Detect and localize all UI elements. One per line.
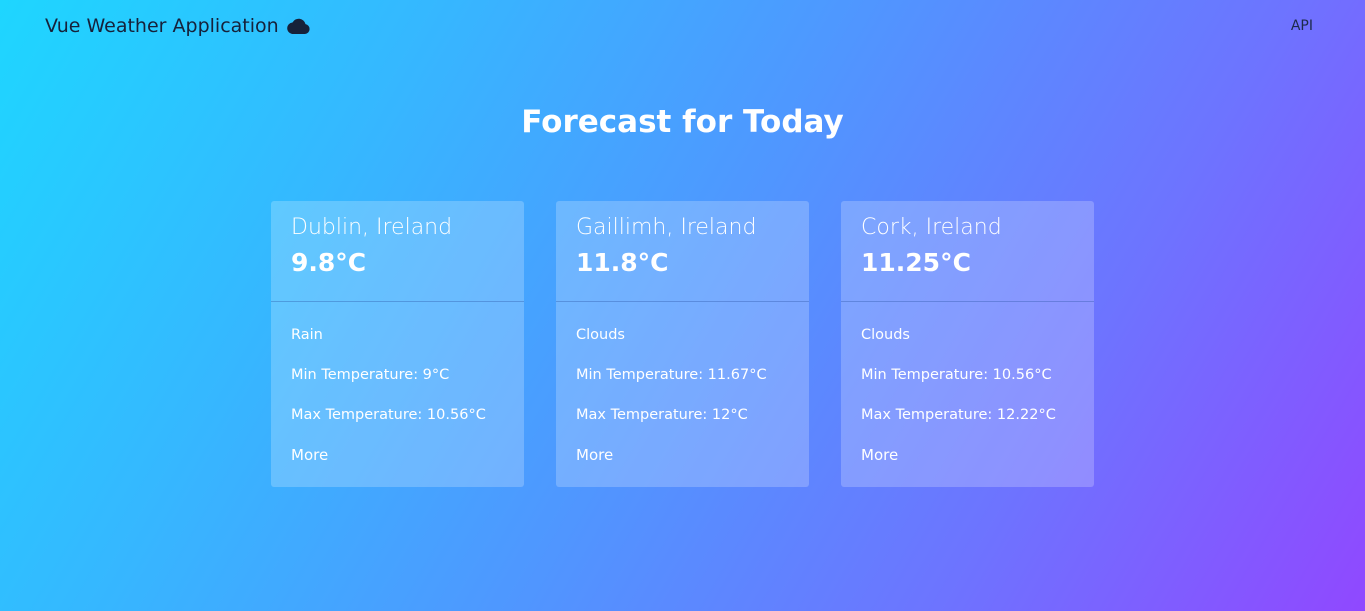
forecast-card: Dublin, Ireland 9.8°C Rain Min Temperatu… [271, 201, 524, 487]
min-temperature: Min Temperature: 9°C [291, 367, 450, 383]
min-temperature: Min Temperature: 10.56°C [861, 367, 1052, 383]
card-body: Rain Min Temperature: 9°C Max Temperatur… [271, 302, 524, 464]
city-name: Gaillimh, Ireland [576, 215, 757, 240]
cloud-icon [286, 18, 310, 35]
forecast-card: Gaillimh, Ireland 11.8°C Clouds Min Temp… [556, 201, 809, 487]
weather-condition: Clouds [576, 327, 625, 343]
more-link[interactable]: More [576, 446, 613, 464]
max-temperature: Max Temperature: 10.56°C [291, 407, 486, 423]
forecast-card: Cork, Ireland 11.25°C Clouds Min Tempera… [841, 201, 1094, 487]
card-header: Cork, Ireland 11.25°C [841, 201, 1094, 302]
current-temperature: 11.25°C [861, 248, 971, 277]
brand-title: Vue Weather Application [45, 15, 279, 37]
api-link[interactable]: API [1291, 18, 1313, 34]
page-title: Forecast for Today [521, 104, 844, 140]
more-link[interactable]: More [861, 446, 898, 464]
brand-link[interactable]: Vue Weather Application [45, 15, 310, 37]
max-temperature: Max Temperature: 12.22°C [861, 407, 1056, 423]
card-header: Dublin, Ireland 9.8°C [271, 201, 524, 302]
weather-condition: Rain [291, 327, 323, 343]
current-temperature: 11.8°C [576, 248, 669, 277]
city-name: Dublin, Ireland [291, 215, 453, 240]
more-link[interactable]: More [291, 446, 328, 464]
card-header: Gaillimh, Ireland 11.8°C [556, 201, 809, 302]
max-temperature: Max Temperature: 12°C [576, 407, 748, 423]
min-temperature: Min Temperature: 11.67°C [576, 367, 767, 383]
card-body: Clouds Min Temperature: 11.67°C Max Temp… [556, 302, 809, 464]
weather-condition: Clouds [861, 327, 910, 343]
city-name: Cork, Ireland [861, 215, 1002, 240]
current-temperature: 9.8°C [291, 248, 367, 277]
forecast-cards: Dublin, Ireland 9.8°C Rain Min Temperatu… [271, 201, 1094, 487]
card-body: Clouds Min Temperature: 10.56°C Max Temp… [841, 302, 1094, 464]
navbar: Vue Weather Application API [0, 0, 1365, 54]
